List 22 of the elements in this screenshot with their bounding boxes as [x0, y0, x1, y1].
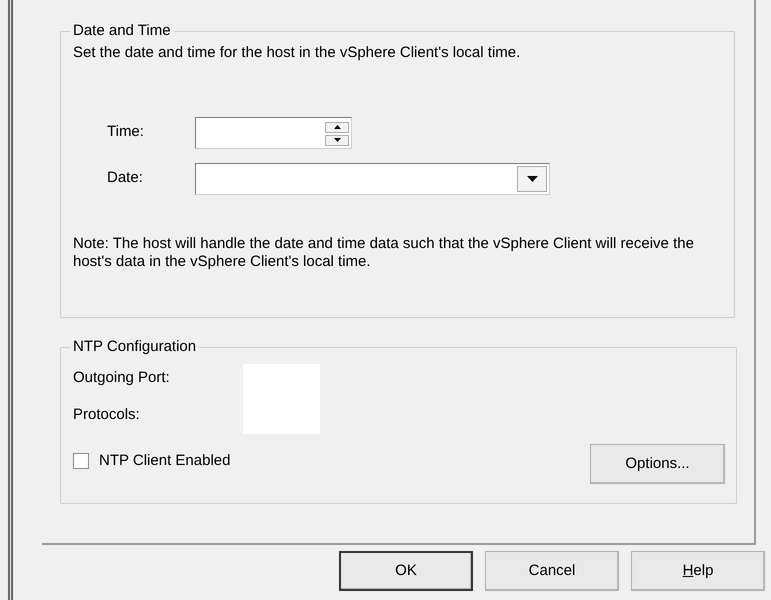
dropdown-button[interactable] — [517, 166, 547, 192]
down-arrow-icon — [334, 138, 340, 142]
field-label: Protocols: — [73, 404, 141, 424]
spin-down-button[interactable] — [325, 134, 349, 146]
note-text: Note: The host will handle the date and time data such that the vSphere Client will receive the host's data in the vSphere Client's local time. — [73, 234, 695, 272]
dialog-button[interactable]: Help — [631, 551, 765, 591]
spin-up-button[interactable] — [325, 122, 349, 132]
group-title: NTP Configuration — [72, 338, 198, 356]
dialog-button[interactable]: Cancel — [485, 551, 619, 591]
up-arrow-icon — [334, 125, 340, 129]
field-label: Time: — [106, 122, 145, 142]
description-text: Set the date and time for the host in the vSphere Client's local time. — [73, 43, 522, 63]
caret-icon — [526, 176, 538, 182]
options-button[interactable]: Options... — [590, 444, 725, 484]
dialog-button[interactable]: OK — [339, 551, 473, 591]
group-title: Date and Time — [72, 22, 172, 40]
date-dropdown-field[interactable] — [195, 162, 550, 194]
time-spinner-field[interactable] — [195, 116, 352, 148]
checkbox[interactable] — [73, 453, 89, 469]
field-label: Outgoing Port: — [73, 368, 171, 388]
field-label: Date: — [106, 168, 144, 188]
checkbox-label: NTP Client Enabled — [99, 450, 230, 471]
